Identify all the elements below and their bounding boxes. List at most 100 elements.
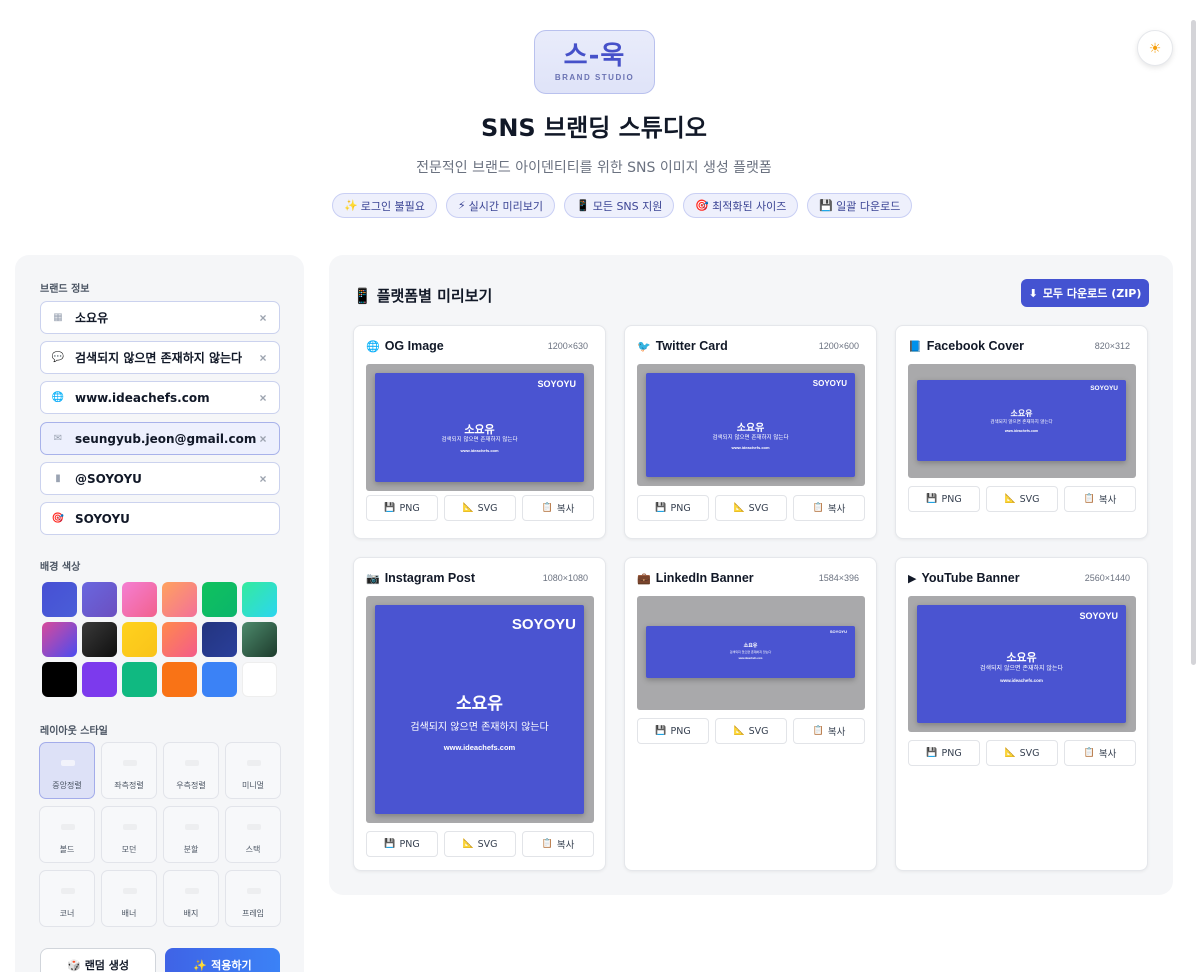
color-swatch[interactable] [202,662,237,697]
copy-button[interactable]: 📋 복사 [793,718,865,744]
theme-toggle-button[interactable]: ☀ [1137,30,1173,66]
download-svg-button[interactable]: 📐 SVG [986,486,1058,512]
floppy-disk-icon: 💾 [655,503,667,513]
background-color-label: 배경 색상 [40,562,81,573]
download-svg-button[interactable]: 📐 SVG [715,495,787,521]
preview-panel: 📱 플랫폼별 미리보기 ⬇ 모두 다운로드 (ZIP) 🌐 OG Image 1… [329,255,1173,895]
layout-option[interactable]: 배너 [101,870,157,927]
layout-option[interactable]: 좌측정렬 [101,742,157,799]
page-scrollbar[interactable] [1191,20,1196,665]
color-swatch[interactable] [42,582,77,617]
floppy-disk-icon: 💾 [926,494,938,504]
color-swatch[interactable] [82,622,117,657]
copy-button[interactable]: 📋 복사 [1064,740,1136,766]
preview-brand: SOYOYU [829,629,847,634]
preview-name: 소요유 [743,643,758,649]
copy-button[interactable]: 📋 복사 [793,495,865,521]
preview-frame: SOYOYU 소요유 검색되지 않으면 존재하지 않는다 www.ideache… [366,596,594,823]
download-svg-button[interactable]: 📐 SVG [715,718,787,744]
clear-icon[interactable]: × [257,351,269,365]
tagline-input[interactable]: 💬 검색되지 않으면 존재하지 않는다 × [40,341,280,374]
preview-card: 📘 Facebook Cover 820×312 SOYOYU 소요유 검색되지… [895,325,1148,539]
bird-icon: 🐦 [637,340,651,353]
color-swatch[interactable] [122,622,157,657]
floppy-disk-icon: 💾 [926,748,938,758]
target-icon: 🎯 [51,513,65,524]
layout-option[interactable]: 모던 [101,806,157,863]
card-actions: 💾 PNG 📐 SVG 📋 복사 [366,831,594,857]
download-png-button[interactable]: 💾 PNG [637,718,709,744]
layout-options: 중앙정렬 좌측정렬 우측정렬 미니멀볼드 모던 분할 스택코너 배너 배지 프레임 [39,742,281,927]
clear-icon[interactable]: × [257,472,269,486]
layout-option[interactable]: 배지 [163,870,219,927]
download-svg-button[interactable]: 📐 SVG [444,831,516,857]
copy-button[interactable]: 📋 복사 [522,831,594,857]
layout-option[interactable]: 미니멀 [225,742,281,799]
download-png-button[interactable]: 💾 PNG [366,495,438,521]
layout-option[interactable]: 프레임 [225,870,281,927]
sun-icon: ☀ [1148,39,1162,56]
download-png-button[interactable]: 💾 PNG [637,495,709,521]
website-input[interactable]: 🌐 www.ideachefs.com × [40,381,280,414]
color-swatch[interactable] [82,662,117,697]
layout-option[interactable]: 스택 [225,806,281,863]
card-dimensions: 1080×1080 [542,573,588,583]
color-swatch[interactable] [242,582,277,617]
download-png-button[interactable]: 💾 PNG [908,486,980,512]
color-swatch[interactable] [162,622,197,657]
preview-card: 🌐 OG Image 1200×630 SOYOYU 소요유 검색되지 않으면 … [353,325,606,539]
download-png-button[interactable]: 💾 PNG [908,740,980,766]
color-swatch[interactable] [122,662,157,697]
download-all-zip-button[interactable]: ⬇ 모두 다운로드 (ZIP) [1021,279,1149,307]
logo-text-input[interactable]: 🎯 SOYOYU [40,502,280,535]
preview-name: 소요유 [456,694,503,714]
card-dimensions: 820×312 [1094,341,1130,351]
clipboard-icon: 📋 [541,839,553,849]
brand-logo[interactable]: 스-욱 BRAND STUDIO [534,30,655,94]
feature-badge: 💾 일괄 다운로드 [807,193,913,218]
random-generate-button[interactable]: 🎲 랜덤 생성 [40,948,156,972]
layout-option[interactable]: 중앙정렬 [39,742,95,799]
layout-option-label: 프레임 [241,909,265,918]
card-actions: 💾 PNG 📐 SVG 📋 복사 [908,740,1136,766]
sparkles-icon: ✨ [344,199,358,212]
clear-icon[interactable]: × [257,311,269,325]
copy-button[interactable]: 📋 복사 [522,495,594,521]
layout-option[interactable]: 볼드 [39,806,95,863]
clear-icon[interactable]: × [257,432,269,446]
color-swatch[interactable] [42,622,77,657]
download-png-button[interactable]: 💾 PNG [366,831,438,857]
clear-icon[interactable]: × [257,391,269,405]
brand-name-input[interactable]: ▦ 소요유 × [40,301,280,334]
clipboard-icon: 📋 [1083,494,1095,504]
download-svg-button[interactable]: 📐 SVG [986,740,1058,766]
color-swatch[interactable] [242,622,277,657]
generated-image-preview: SOYOYU 소요유 검색되지 않으면 존재하지 않는다 www.ideache… [917,605,1126,723]
color-swatch[interactable] [162,582,197,617]
color-swatch[interactable] [82,582,117,617]
floppy-disk-icon: 💾 [655,726,667,736]
color-swatch[interactable] [162,662,197,697]
envelope-icon: ✉ [53,433,63,444]
layout-option[interactable]: 코너 [39,870,95,927]
ruler-icon: 📐 [462,839,474,849]
social-handle-input[interactable]: ▮ @SOYOYU × [40,462,280,495]
color-swatch[interactable] [122,582,157,617]
apply-button[interactable]: ✨ 적용하기 [165,948,280,972]
page-title: SNS 브랜딩 스튜디오 [481,114,707,142]
preview-url: www.ideachefs.com [731,445,770,450]
layout-option[interactable]: 분할 [163,806,219,863]
copy-button[interactable]: 📋 복사 [1064,486,1136,512]
layout-option[interactable]: 우측정렬 [163,742,219,799]
preview-tagline: 검색되지 않으면 존재하지 않는다 [729,650,772,654]
email-input[interactable]: ✉ seungyub.jeon@gmail.com × [40,422,280,455]
floppy-disk-icon: 💾 [384,839,396,849]
color-swatch[interactable] [42,662,77,697]
layout-thumbnail [185,760,199,766]
floppy-disk-icon: 💾 [819,199,834,212]
download-svg-button[interactable]: 📐 SVG [444,495,516,521]
color-swatch[interactable] [202,622,237,657]
layout-option-label: 볼드 [59,845,75,854]
color-swatch[interactable] [202,582,237,617]
color-swatch[interactable] [242,662,277,697]
